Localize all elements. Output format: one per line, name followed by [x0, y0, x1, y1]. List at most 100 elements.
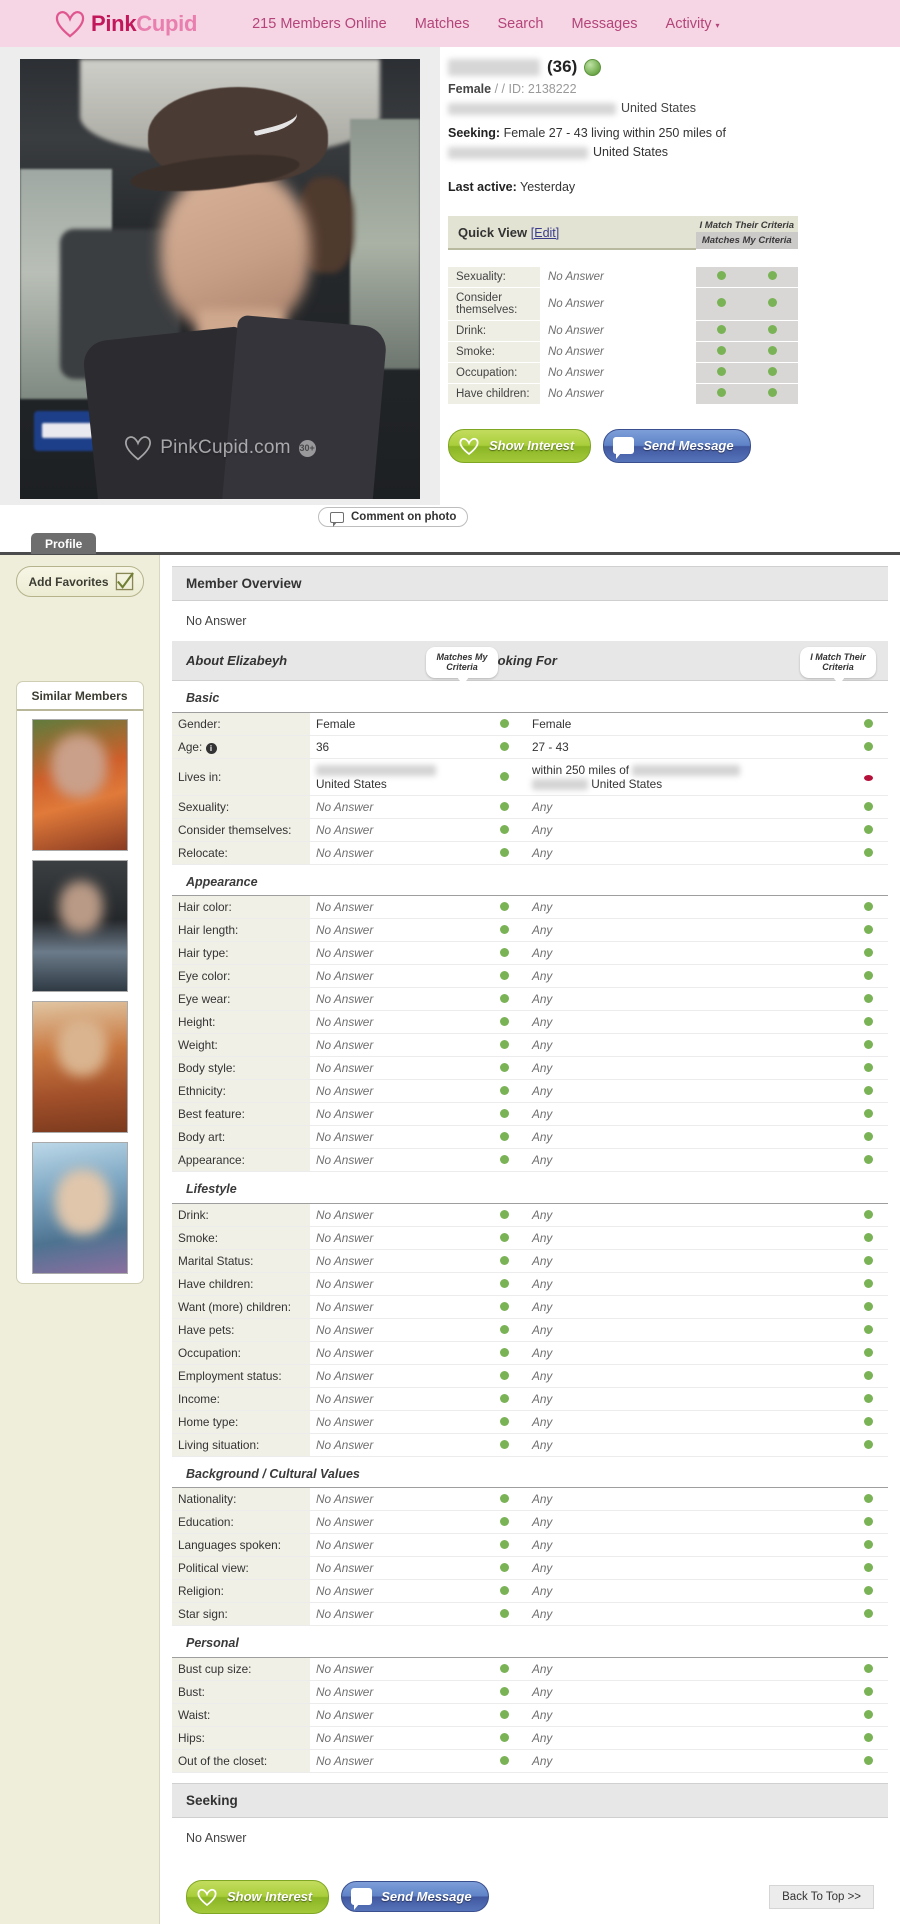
profile-row-dot-mine: [482, 1410, 526, 1433]
similar-member-thumb-4[interactable]: [32, 1142, 128, 1274]
nav-item-matches[interactable]: Matches: [415, 16, 470, 32]
profile-row-label: Bust:: [172, 1680, 310, 1703]
profile-row-want: Any: [526, 1149, 848, 1172]
match-dot-icon: [864, 1233, 873, 1242]
match-dot-icon: [500, 1540, 509, 1549]
profile-row-label: Marital Status:: [172, 1249, 310, 1272]
table-row: Ethnicity:No AnswerAny: [172, 1080, 888, 1103]
match-dot-icon: [864, 994, 873, 1003]
profile-row-dot-theirs: [848, 1103, 888, 1126]
profile-row-value: No Answer: [310, 1126, 482, 1149]
comment-on-photo-label: Comment on photo: [351, 511, 456, 523]
profile-row-want: Any: [526, 1011, 848, 1034]
profile-row-label: Star sign:: [172, 1603, 310, 1626]
comment-on-photo-button[interactable]: Comment on photo: [318, 507, 468, 527]
profile-row-label: Best feature:: [172, 1103, 310, 1126]
profile-row-value: No Answer: [310, 1511, 482, 1534]
section-table: Nationality:No AnswerAnyEducation:No Ans…: [172, 1487, 888, 1627]
nav-item-activity[interactable]: Activity▾: [666, 16, 720, 32]
profile-row-dot-mine: [482, 1603, 526, 1626]
page-root: PinkCupid.com 30+ (36) Female / / ID: 21…: [0, 47, 900, 1924]
profile-row-dot-mine: [482, 1511, 526, 1534]
profile-row-value: No Answer: [310, 795, 482, 818]
profile-row-dot-theirs: [848, 1387, 888, 1410]
match-dot-icon: [500, 1279, 509, 1288]
profile-row-want: Any: [526, 896, 848, 919]
last-active-label: Last active:: [448, 180, 517, 194]
send-message-button-footer[interactable]: Send Message: [341, 1881, 488, 1912]
similar-member-thumb-1[interactable]: [32, 719, 128, 851]
similar-member-thumb-2[interactable]: [32, 860, 128, 992]
profile-action-buttons: Show Interest Send Message: [448, 429, 886, 463]
back-to-top-button[interactable]: Back To Top >>: [769, 1885, 874, 1909]
gender-id-line: Female / / ID: 2138222: [448, 82, 886, 96]
match-dot-icon: [864, 802, 873, 811]
add-favorites-button[interactable]: Add Favorites: [16, 566, 144, 597]
quick-view-row-dot-i-match: [696, 362, 747, 383]
profile-body: Add Favorites Similar Members Member Ove…: [0, 555, 900, 1924]
checkbox-check-icon: [115, 572, 134, 591]
profile-row-want: Any: [526, 1126, 848, 1149]
nav-item-messages[interactable]: Messages: [571, 16, 637, 32]
primary-photo[interactable]: PinkCupid.com 30+: [20, 59, 420, 499]
profile-row-label: Have children:: [172, 1272, 310, 1295]
match-dot-icon: [500, 1609, 509, 1618]
table-row: Out of the closet:No AnswerAny: [172, 1749, 888, 1772]
profile-row-dot-theirs: [848, 1034, 888, 1057]
profile-row-dot-mine: [482, 1341, 526, 1364]
match-dot-icon: [500, 848, 509, 857]
profile-row-label: Languages spoken:: [172, 1534, 310, 1557]
quick-view-row-dot-matches-me: [747, 267, 798, 288]
match-dot-icon: [864, 1210, 873, 1219]
profile-row-dot-mine: [482, 1680, 526, 1703]
table-row: Occupation:No AnswerAny: [172, 1341, 888, 1364]
profile-row-dot-theirs: [848, 1364, 888, 1387]
nav-members-online[interactable]: 215 Members Online: [252, 16, 387, 32]
send-message-button[interactable]: Send Message: [603, 429, 750, 463]
chevron-down-icon: ▾: [715, 21, 719, 30]
table-row: Bust cup size:No AnswerAny: [172, 1657, 888, 1680]
profile-row-value: No Answer: [310, 1726, 482, 1749]
member-age: (36): [547, 57, 577, 77]
logo-text: PinkCupid: [91, 11, 197, 37]
table-row: Religion:No AnswerAny: [172, 1580, 888, 1603]
site-logo[interactable]: PinkCupid: [55, 10, 197, 38]
profile-row-value: No Answer: [310, 1557, 482, 1580]
show-interest-button[interactable]: Show Interest: [448, 429, 591, 463]
profile-row-label: Appearance:: [172, 1149, 310, 1172]
match-dot-icon: [864, 742, 873, 751]
profile-row-want: Any: [526, 1680, 848, 1703]
info-icon[interactable]: i: [206, 743, 217, 754]
watermark-heart-icon: [124, 435, 152, 461]
profile-row-label: Income:: [172, 1387, 310, 1410]
match-dot-icon: [717, 298, 726, 307]
profile-row-want: Any: [526, 1387, 848, 1410]
quick-view-subheader-row: Matches My Criteria: [448, 249, 798, 267]
profile-row-dot-mine: [482, 735, 526, 758]
section-title: Appearance: [172, 865, 888, 895]
quick-view-row-label: Have children:: [448, 383, 540, 404]
profile-row-value: No Answer: [310, 896, 482, 919]
profile-row-want: Any: [526, 965, 848, 988]
quick-view-edit-link[interactable]: [Edit]: [531, 226, 560, 240]
similar-member-thumb-3[interactable]: [32, 1001, 128, 1133]
member-overview-header: Member Overview: [172, 566, 888, 601]
show-interest-button-footer[interactable]: Show Interest: [186, 1880, 329, 1914]
match-dot-icon: [500, 1302, 509, 1311]
match-dot-icon: [864, 1687, 873, 1696]
profile-row-value: No Answer: [310, 1341, 482, 1364]
nav-item-search[interactable]: Search: [498, 16, 544, 32]
profile-row-want: Any: [526, 1657, 848, 1680]
profile-row-dot-theirs: [848, 1657, 888, 1680]
quick-view-row-label: Smoke:: [448, 341, 540, 362]
profile-row-label: Bust cup size:: [172, 1657, 310, 1680]
profile-row-value: No Answer: [310, 1011, 482, 1034]
profile-row-dot-theirs: [848, 1580, 888, 1603]
profile-row-dot-theirs: [848, 1318, 888, 1341]
tab-profile[interactable]: Profile: [31, 533, 96, 554]
profile-row-want: Any: [526, 988, 848, 1011]
table-row: Hips:No AnswerAny: [172, 1726, 888, 1749]
match-dot-icon: [864, 925, 873, 934]
seeking-header: Seeking: [172, 1783, 888, 1818]
match-dot-icon: [500, 1109, 509, 1118]
